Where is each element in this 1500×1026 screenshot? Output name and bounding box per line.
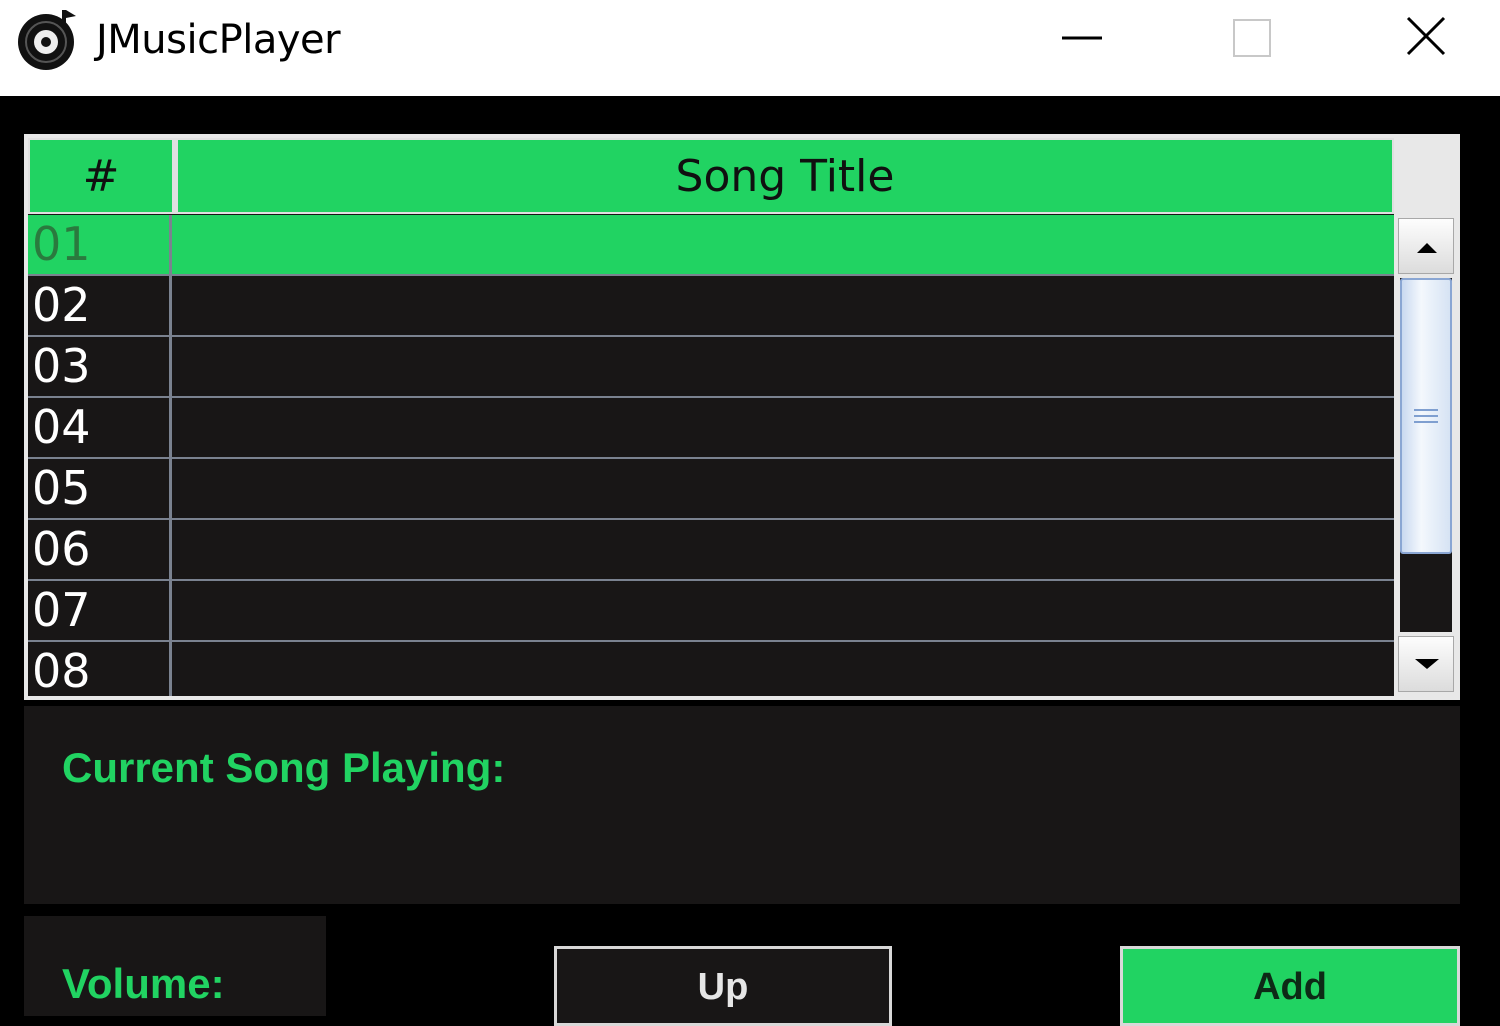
table-row[interactable]: 07 [28, 581, 1394, 642]
volume-panel: Volume: [24, 916, 326, 1016]
scroll-thumb[interactable] [1400, 278, 1452, 554]
row-song-title [173, 459, 1394, 518]
add-song-button[interactable]: Add [1120, 946, 1460, 1026]
column-header-number[interactable]: # [30, 140, 172, 212]
row-song-title [173, 337, 1394, 396]
scrollbar-corner [1396, 138, 1456, 218]
scroll-down-button[interactable] [1398, 636, 1454, 692]
current-song-label: Current Song Playing: [62, 744, 506, 791]
arrow-up-icon [1417, 243, 1437, 253]
table-row[interactable]: 08 [28, 642, 1394, 696]
row-number: 06 [30, 520, 172, 579]
volume-label: Volume: [62, 960, 225, 1007]
now-playing-panel: Current Song Playing: [24, 706, 1460, 904]
row-song-title [173, 215, 1394, 274]
song-table-body: # Song Title 01 02 03 04 05 06 07 08 [28, 138, 1394, 696]
row-song-title [173, 398, 1394, 457]
row-number: 03 [30, 337, 172, 396]
minimize-button[interactable] [1020, 0, 1140, 80]
minimize-icon [1062, 36, 1102, 40]
row-song-title [173, 581, 1394, 640]
row-number: 04 [30, 398, 172, 457]
table-row[interactable]: 06 [28, 520, 1394, 581]
arrow-down-icon [1415, 659, 1439, 669]
row-song-title [173, 276, 1394, 335]
volume-up-button[interactable]: Up [554, 946, 892, 1026]
song-table: # Song Title 01 02 03 04 05 06 07 08 [24, 134, 1460, 700]
column-header-song-title[interactable]: Song Title [178, 140, 1392, 212]
maximize-icon [1233, 19, 1271, 57]
table-row[interactable]: 01 [28, 215, 1394, 276]
table-row[interactable]: 02 [28, 276, 1394, 337]
table-row[interactable]: 05 [28, 459, 1394, 520]
grip-icon [1414, 409, 1438, 423]
table-rows: 01 02 03 04 05 06 07 08 [28, 215, 1394, 696]
row-number: 02 [30, 276, 172, 335]
table-row[interactable]: 04 [28, 398, 1394, 459]
maximize-button[interactable] [1192, 0, 1312, 80]
row-song-title [173, 520, 1394, 579]
row-number: 08 [30, 642, 172, 696]
scroll-up-button[interactable] [1398, 218, 1454, 274]
title-bar: JMusicPlayer [0, 0, 1500, 96]
row-number: 05 [30, 459, 172, 518]
row-song-title [173, 642, 1394, 696]
close-icon [1406, 16, 1446, 56]
row-number: 01 [30, 215, 172, 274]
table-row[interactable]: 03 [28, 337, 1394, 398]
vinyl-disc-icon [14, 6, 80, 72]
row-number: 07 [30, 581, 172, 640]
table-scrollbar[interactable] [1396, 138, 1456, 696]
window-title: JMusicPlayer [96, 17, 341, 63]
table-header: # Song Title [28, 138, 1394, 214]
close-button[interactable] [1366, 0, 1486, 80]
